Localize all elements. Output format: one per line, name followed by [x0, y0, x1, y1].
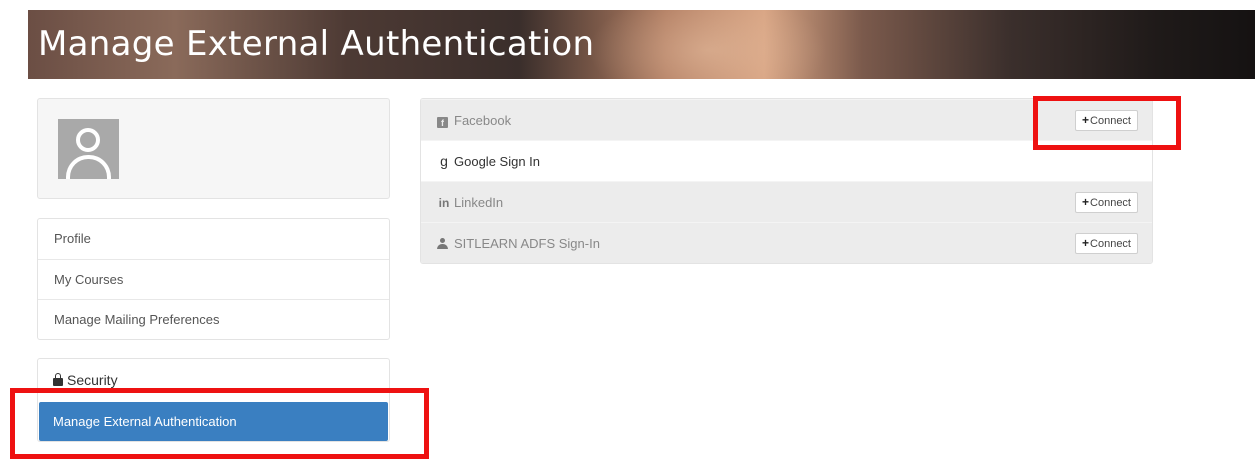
highlight-box-connect: [1033, 96, 1181, 150]
provider-name: Facebook: [454, 113, 512, 128]
provider-name: Google Sign In: [454, 154, 541, 169]
provider-name: SITLEARN ADFS Sign-In: [454, 236, 600, 251]
page-banner: Manage External Authentication: [28, 10, 1255, 79]
connect-sitlearn-button[interactable]: +Connect: [1075, 233, 1138, 254]
sidebar-item-mailing-preferences[interactable]: Manage Mailing Preferences: [38, 299, 389, 339]
account-menu: Profile My Courses Manage Mailing Prefer…: [37, 218, 390, 340]
facebook-icon: f: [437, 117, 448, 128]
provider-row-linkedin: in LinkedIn +Connect: [421, 181, 1152, 222]
avatar: [58, 119, 119, 179]
sidebar-item-profile[interactable]: Profile: [38, 219, 389, 259]
plus-icon: +: [1082, 195, 1090, 209]
avatar-body-icon: [66, 155, 111, 179]
lock-icon: [53, 373, 63, 386]
sidebar-item-my-courses[interactable]: My Courses: [38, 259, 389, 299]
connect-linkedin-button[interactable]: +Connect: [1075, 192, 1138, 213]
connect-label: Connect: [1090, 197, 1131, 209]
connect-label: Connect: [1090, 238, 1131, 250]
highlight-box-menu-item: [10, 388, 429, 459]
plus-icon: +: [1082, 236, 1090, 250]
security-heading-label: Security: [67, 372, 118, 388]
user-icon: [437, 238, 448, 249]
provider-row-sitlearn-adfs: SITLEARN ADFS Sign-In +Connect: [421, 222, 1152, 263]
provider-name: LinkedIn: [454, 195, 504, 210]
google-icon: g: [440, 153, 448, 169]
profile-avatar-panel: [37, 98, 390, 199]
avatar-head-icon: [76, 128, 100, 152]
page-title: Manage External Authentication: [38, 24, 595, 64]
linkedin-icon: in: [438, 196, 450, 210]
